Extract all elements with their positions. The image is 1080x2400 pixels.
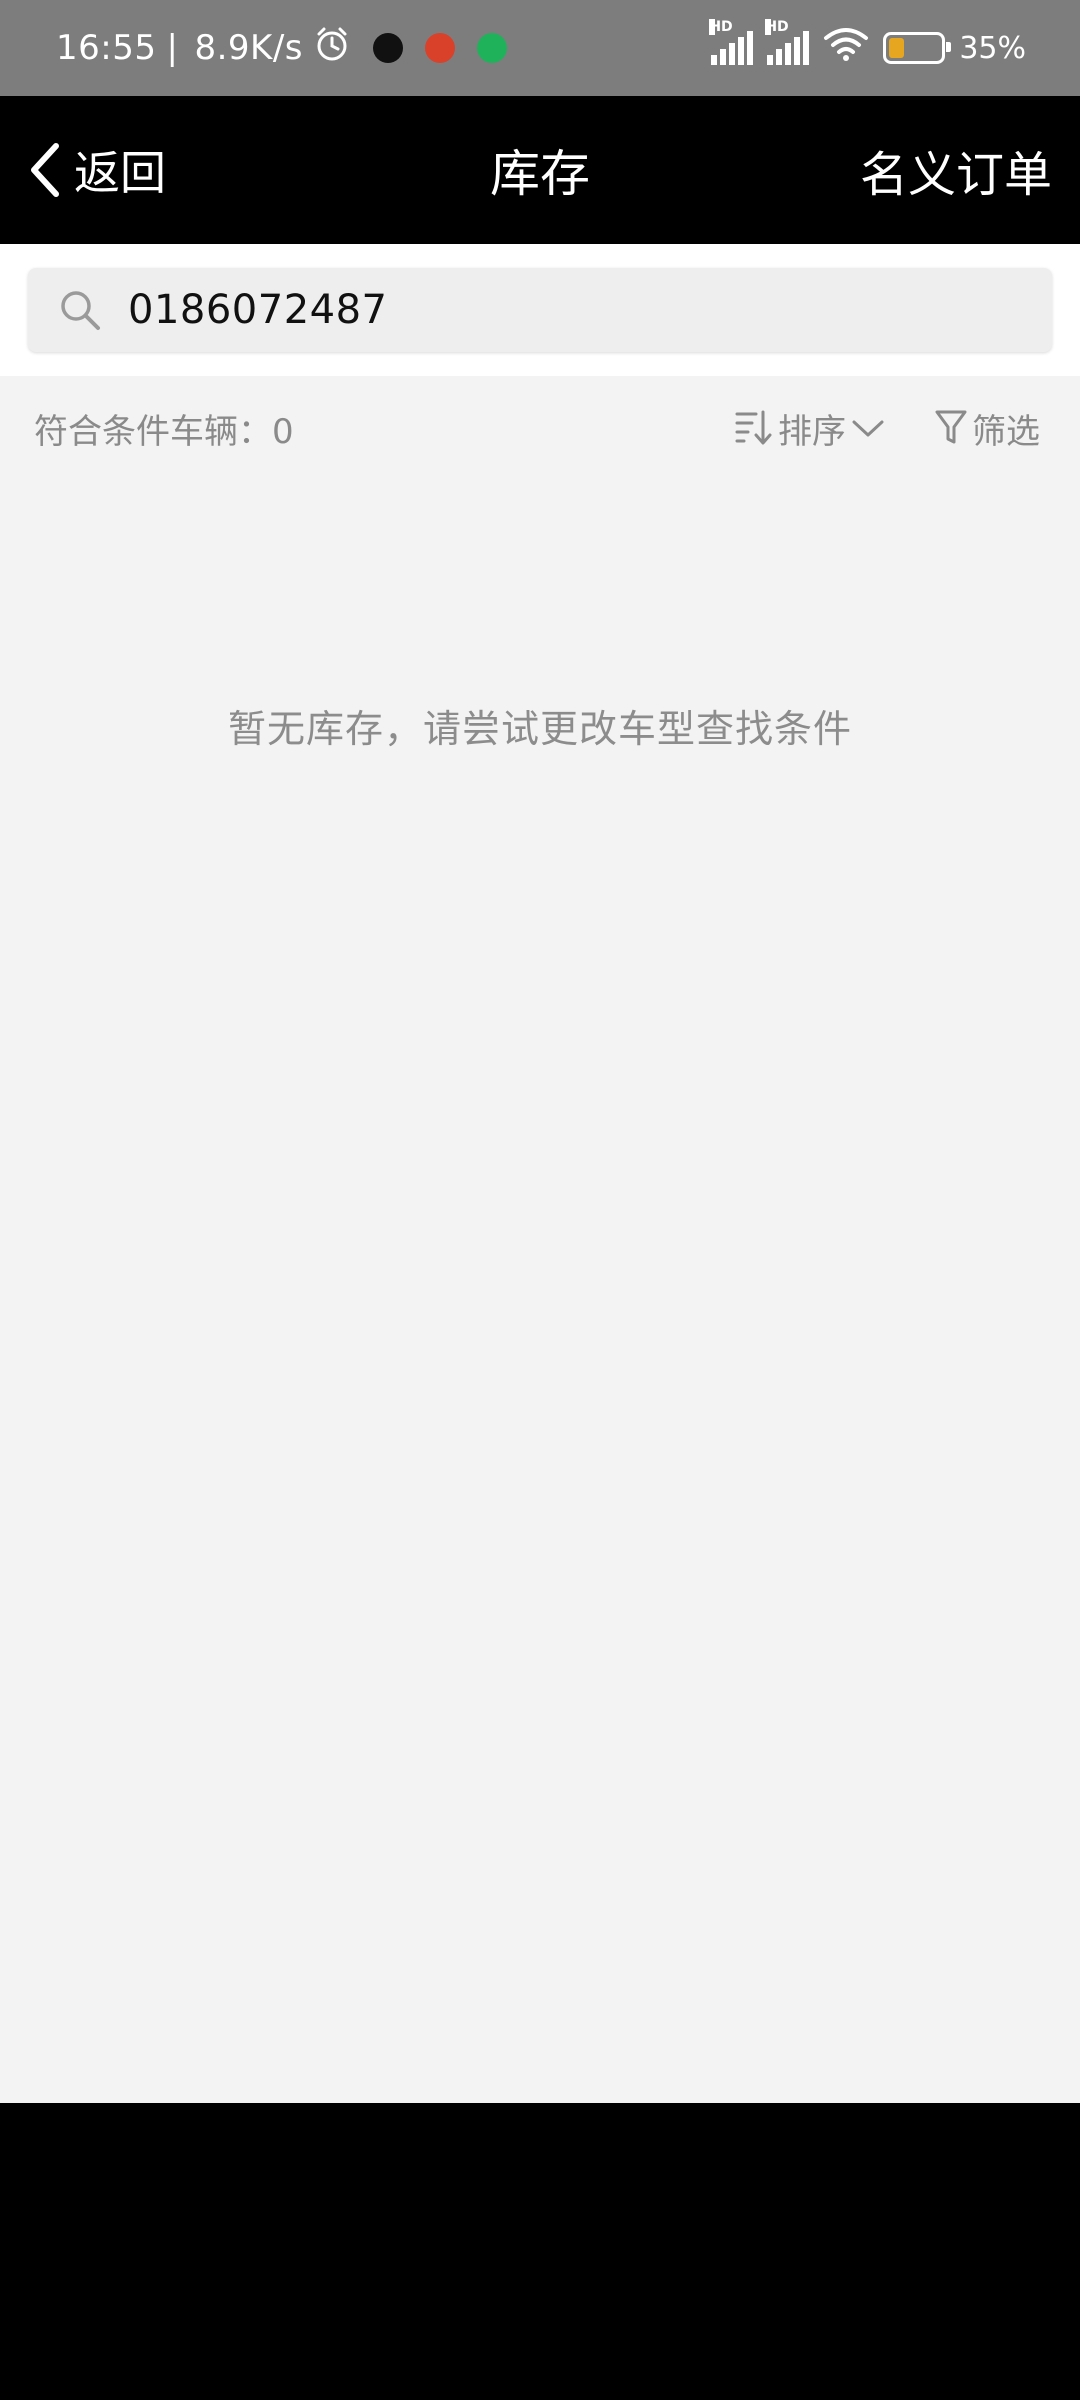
nav-bar: 返回 库存 名义订单 — [0, 96, 1080, 244]
shopping-app-notification-icon — [425, 33, 455, 63]
nominal-order-button[interactable]: 名义订单 — [860, 96, 1052, 244]
search-input[interactable]: 0186072487 — [28, 268, 1052, 352]
wifi-icon — [823, 26, 869, 70]
status-separator: | — [166, 28, 179, 68]
system-navigation-area — [0, 2103, 1080, 2400]
sort-button[interactable]: 排序 — [734, 376, 884, 480]
battery-level — [889, 38, 905, 58]
sort-label: 排序 — [778, 411, 846, 452]
search-icon — [61, 291, 100, 330]
app-notification-icon — [373, 33, 403, 63]
status-bar: 16:55 | 8.9K/s HD HD 35% — [0, 0, 1080, 96]
network-speed: 8.9K/s — [194, 28, 303, 68]
filter-label: 筛选 — [972, 411, 1040, 452]
back-label: 返回 — [74, 146, 166, 200]
status-left: 16:55 | 8.9K/s — [56, 0, 507, 96]
sort-icon — [735, 410, 772, 445]
matching-vehicles-count: 符合条件车辆：0 — [34, 411, 294, 452]
battery-icon — [883, 32, 952, 64]
hd-label: HD — [709, 19, 733, 35]
back-button[interactable]: 返回 — [24, 96, 166, 244]
alarm-icon — [313, 25, 351, 72]
filter-button[interactable]: 筛选 — [934, 376, 1040, 480]
funnel-icon — [935, 410, 967, 444]
inventory-list-area: 符合条件车辆：0 排序 筛选 暂无库存，请尝试更改车型查找条件 — [0, 376, 1080, 2103]
battery-percent: 35% — [959, 30, 1026, 66]
status-time: 16:55 — [56, 28, 157, 68]
signal-strength-icon-2: HD — [765, 19, 810, 65]
phone-call-icon — [477, 33, 507, 63]
signal-strength-icon: HD — [709, 19, 754, 65]
chevron-down-icon — [852, 420, 884, 437]
empty-state-message: 暂无库存，请尝试更改车型查找条件 — [227, 707, 852, 751]
hd-label-2: HD — [765, 19, 789, 35]
search-value: 0186072487 — [128, 287, 388, 333]
filter-bar: 符合条件车辆：0 排序 筛选 — [0, 376, 1080, 480]
status-right: HD HD 35% — [709, 0, 1026, 96]
chevron-left-icon — [31, 143, 59, 197]
search-section: 0186072487 — [0, 244, 1080, 376]
